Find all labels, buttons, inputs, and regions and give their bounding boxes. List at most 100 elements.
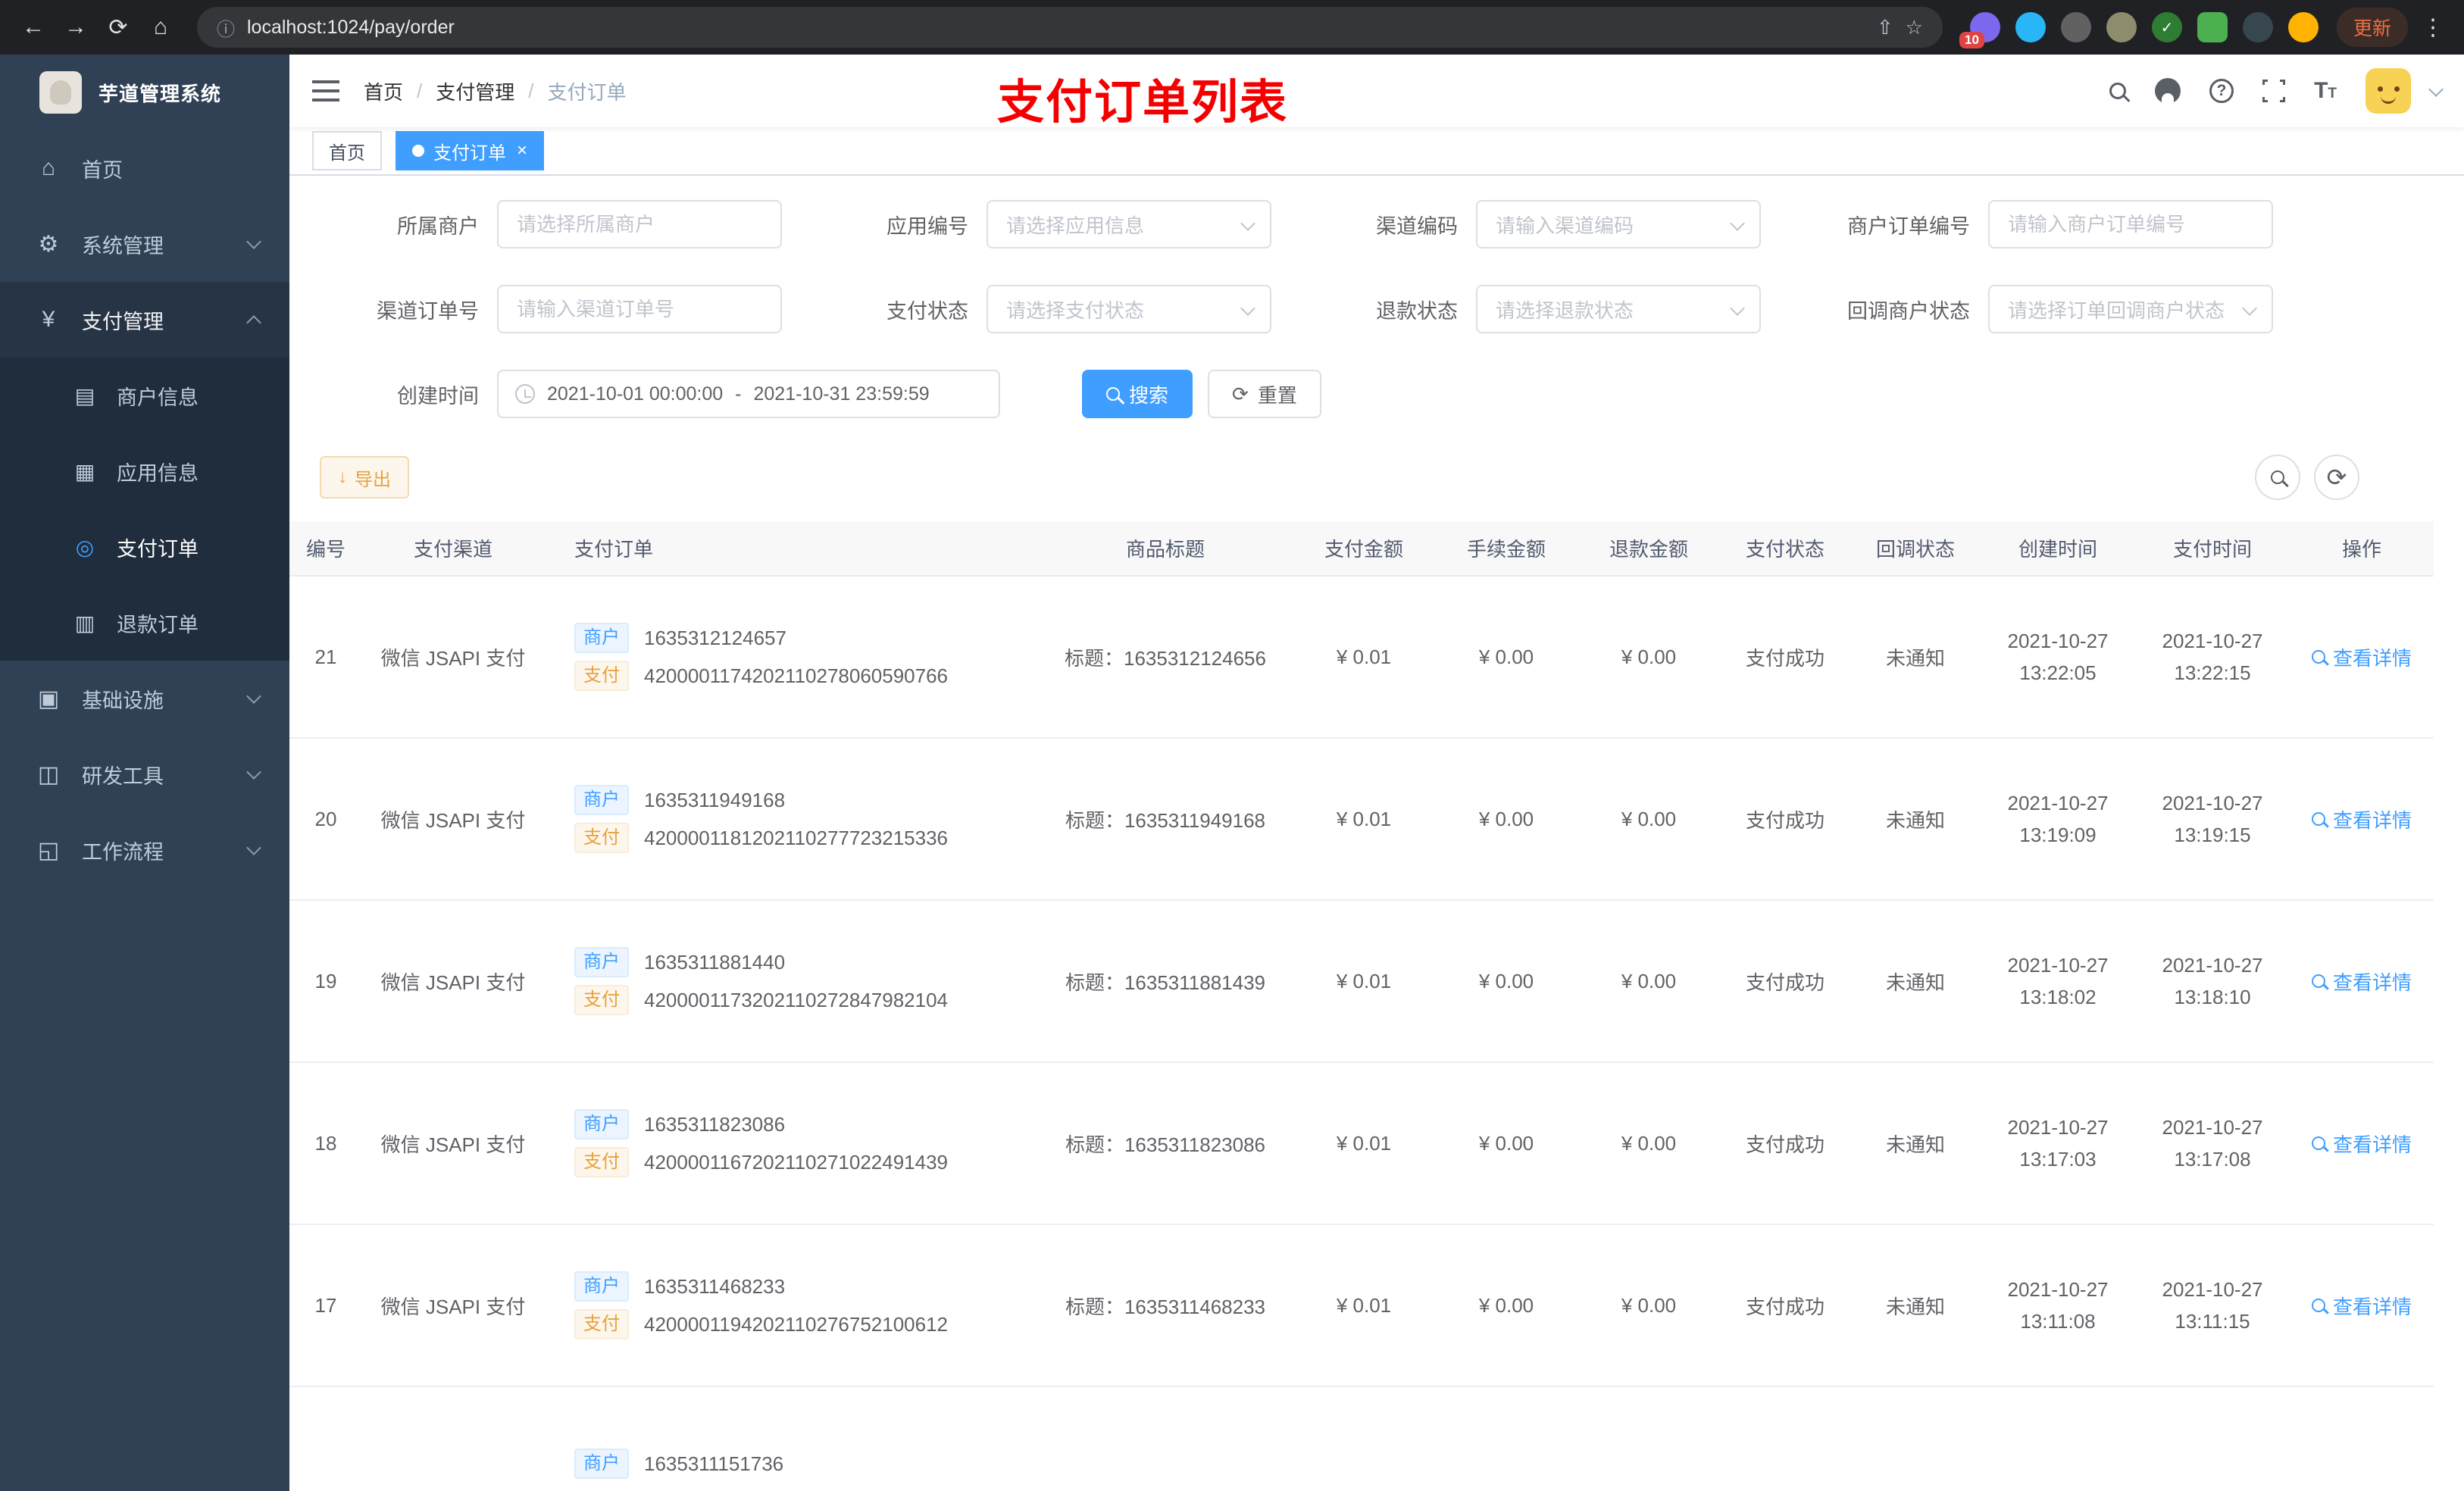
extension-icon[interactable] [2197,12,2228,42]
notify-status-select[interactable]: 请选择订单回调商户状态 [1988,285,2273,333]
document-icon: ▥ [74,611,95,635]
refresh-button[interactable]: ⟳ [97,6,139,48]
github-icon[interactable] [2155,78,2181,104]
pay-date: 2021-10-27 [2162,1116,2263,1139]
browser-menu-icon[interactable]: ⋮ [2422,14,2444,41]
chrome-update-button[interactable]: 更新 [2336,8,2408,47]
fullscreen-icon[interactable] [2260,77,2288,105]
refresh-table-button[interactable]: ⟳ [2314,455,2359,500]
chevron-down-icon [1730,216,1745,231]
collapse-menu-icon[interactable] [312,80,339,102]
chevron-down-icon[interactable] [2428,82,2444,97]
extension-icon[interactable] [2242,12,2273,42]
breadcrumb-current: 支付订单 [547,80,627,104]
extension-icon[interactable] [2015,12,2046,42]
view-detail-link[interactable]: 查看详情 [2311,643,2412,671]
refund-status-select[interactable]: 请选择退款状态 [1476,285,1761,333]
pay-status: 支付成功 [1745,646,1825,670]
channel-order-no-input[interactable] [497,285,782,333]
order-id: 21 [314,645,337,668]
button-label: 搜索 [1129,383,1169,407]
gear-icon: ⚙ [38,231,59,257]
owner-merchant-input[interactable] [497,200,782,248]
user-avatar[interactable] [2366,68,2411,114]
address-bar[interactable]: ⓘ localhost:1024/pay/order ⇧ ☆ [197,7,1943,48]
app-logo: 芋道管理系统 [0,55,289,130]
sidebar-item-pay-order[interactable]: ◎ 支付订单 [0,509,289,585]
font-size-icon[interactable]: TT [2314,80,2337,102]
refresh-icon: ⟳ [2326,464,2347,491]
breadcrumb-separator: / [528,79,534,102]
extension-icon[interactable]: ✓ [2151,12,2182,42]
help-icon[interactable]: ? [2209,79,2234,103]
extension-icon[interactable] [2106,12,2137,42]
filter-row-1: 所属商户 应用编号 请选择应用信息 渠道编码 请输入渠道编码 [289,200,2464,248]
download-icon: ↓ [338,467,347,487]
notify-status: 未通知 [1885,971,1945,994]
search-button[interactable]: 搜索 [1082,370,1193,418]
close-icon[interactable]: × [517,142,527,160]
table-row: 20 微信 JSAPI 支付 商户 1635311949168 支付 42000… [289,738,2434,901]
button-label: 导出 [355,469,391,490]
pay-status: 支付成功 [1745,808,1825,832]
channel-code-select[interactable]: 请输入渠道编码 [1476,200,1761,248]
date-separator: - [735,383,742,405]
page-title-annotation: 支付订单列表 [997,77,1289,129]
breadcrumb-section[interactable]: 支付管理 [436,77,514,105]
view-detail-link[interactable]: 查看详情 [2311,1130,2412,1158]
breadcrumb-home[interactable]: 首页 [364,77,403,105]
app-no-select[interactable]: 请选择应用信息 [987,200,1271,248]
home-button[interactable]: ⌂ [139,6,182,48]
create-time-range-input[interactable]: 2021-10-01 00:00:00 - 2021-10-31 23:59:5… [497,370,1000,418]
sidebar-item-payment[interactable]: ¥ 支付管理 [0,282,289,358]
merchant-order-no: 1635311881440 [644,950,786,974]
pay-status-select[interactable]: 请选择支付状态 [987,285,1271,333]
forward-button[interactable]: → [55,6,97,48]
sidebar-item-workflow[interactable]: ◱ 工作流程 [0,812,289,888]
sidebar-item-app-info[interactable]: ▦ 应用信息 [0,433,289,509]
sidebar-item-system[interactable]: ⚙ 系统管理 [0,206,289,282]
pay-amount: ¥ 0.01 [1336,1131,1392,1155]
create-date: 2021-10-27 [2007,630,2109,652]
refund-amount: ¥ 0.00 [1621,807,1677,830]
tab-pay-order[interactable]: 支付订单 × [396,131,545,170]
tab-home[interactable]: 首页 [312,131,382,170]
merchant-order-no: 1635311823086 [644,1112,786,1136]
view-detail-link[interactable]: 查看详情 [2311,967,2412,996]
site-info-icon[interactable]: ⓘ [217,14,235,41]
column-header: 支付状态 [1720,521,1850,577]
sidebar-item-infrastructure[interactable]: ▣ 基础设施 [0,661,289,736]
create-time: 13:19:09 [2019,824,2097,846]
pay-amount: ¥ 0.01 [1336,645,1392,668]
pay-time: 13:19:15 [2174,824,2251,846]
share-icon[interactable]: ⇧ [1877,16,1893,39]
extension-icon[interactable]: 10 [1959,12,2000,48]
table-row: 18 微信 JSAPI 支付 商户 1635311823086 支付 42000… [289,1062,2434,1225]
select-placeholder: 请输入渠道编码 [1496,214,1634,237]
profile-avatar[interactable] [2287,12,2319,42]
link-label: 查看详情 [2332,971,2412,994]
sidebar-item-merchant-info[interactable]: ▤ 商户信息 [0,358,289,433]
merchant-order-no-input[interactable] [1988,200,2273,248]
export-button[interactable]: ↓ 导出 [320,456,409,499]
search-icon[interactable] [2109,83,2127,99]
page-content: 所属商户 应用编号 请选择应用信息 渠道编码 请输入渠道编码 [289,176,2464,1491]
browser-window: ← → ⟳ ⌂ ⓘ localhost:1024/pay/order ⇧ ☆ 1… [0,0,2464,1491]
toggle-search-button[interactable] [2255,455,2300,500]
extension-icon[interactable] [2060,12,2091,42]
sidebar-item-home[interactable]: ⌂ 首页 [0,130,289,206]
reset-button[interactable]: ⟳ 重置 [1208,370,1321,418]
view-detail-link[interactable]: 查看详情 [2311,1292,2412,1320]
pay-badge: 支付 [574,661,629,691]
create-date: 2021-10-27 [2007,954,2109,977]
link-label: 查看详情 [2332,1295,2412,1318]
table-header-row: 编号 支付渠道 支付订单 商品标题 支付金额 手续金额 退款金额 支付状态 回调… [289,521,2434,577]
date-end: 2021-10-31 23:59:59 [753,383,930,405]
bookmark-star-icon[interactable]: ☆ [1906,16,1923,39]
back-button[interactable]: ← [12,6,55,48]
view-detail-link[interactable]: 查看详情 [2311,805,2412,833]
sidebar-item-dev-tools[interactable]: ◫ 研发工具 [0,736,289,812]
pay-order-no: 4200001167202110271022491439 [644,1150,949,1174]
column-header: 操作 [2290,521,2434,577]
sidebar-item-refund-order[interactable]: ▥ 退款订单 [0,585,289,661]
